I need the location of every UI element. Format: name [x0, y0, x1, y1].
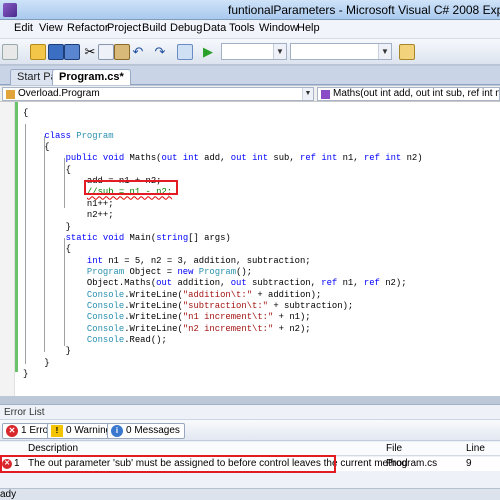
status-text: ady [0, 489, 17, 500]
copy-icon[interactable] [98, 44, 114, 60]
code-line: Console.WriteLine("addition\t:" + additi… [86, 289, 322, 300]
menu-edit[interactable]: Edit [14, 22, 33, 34]
code-line: int n1 = 5, n2 = 3, addition, subtractio… [86, 255, 311, 266]
code-line: Console.WriteLine("n2 increment\t:" + n2… [86, 323, 311, 334]
cut-icon[interactable]: ✂ [82, 44, 98, 60]
column-line[interactable]: Line [466, 443, 485, 454]
code-navigation-bar: Overload.Program ▼ Maths(out int add, ou… [0, 86, 500, 102]
messages-filter-button[interactable]: i 0 Messages [107, 423, 185, 439]
member-selector-value: Maths(out int add, out int sub, ref int … [333, 88, 499, 99]
member-selector-combo[interactable]: Maths(out int add, out int sub, ref int … [317, 87, 500, 101]
new-project-icon[interactable] [2, 44, 18, 60]
document-tab-strip: Start Page Program.cs* [0, 66, 500, 85]
code-line: } [23, 346, 71, 357]
code-line: { [23, 108, 29, 118]
paste-icon[interactable] [114, 44, 130, 60]
code-line: public void Maths(out int add, out int s… [65, 153, 423, 164]
title-bar: funtionalParameters - Microsoft Visual C… [0, 0, 500, 20]
save-all-icon[interactable] [64, 44, 80, 60]
change-tracking-bar [15, 102, 18, 372]
window-title: funtionalParameters - Microsoft Visual C… [228, 3, 500, 17]
type-selector-combo[interactable]: Overload.Program ▼ [2, 87, 314, 101]
code-line: class Program [44, 130, 114, 141]
error-list-filters: ✕ 1 Error ! 0 Warnings i 0 Messages [0, 419, 500, 441]
standard-toolbar: ✂ ↶ ↷ ▶ ▼ ▼ [0, 39, 500, 65]
tab-program-cs[interactable]: Program.cs* [52, 69, 131, 85]
undo-icon[interactable]: ↶ [130, 44, 146, 60]
code-line: Console.WriteLine("subtraction\t:" + sub… [86, 300, 354, 311]
code-line: Console.WriteLine("n1 increment\t:" + n1… [86, 312, 311, 323]
code-line: { [23, 164, 71, 175]
redo-icon[interactable]: ↷ [152, 44, 168, 60]
error-icon: ✕ [6, 425, 18, 437]
menu-bar: Edit View Refactor Project Build Debug D… [0, 20, 500, 39]
code-line: Console.Read(); [86, 335, 167, 345]
code-line: n2++; [23, 210, 114, 221]
warning-icon: ! [51, 425, 63, 437]
menu-tools[interactable]: Tools [229, 22, 255, 34]
chevron-down-icon: ▼ [302, 88, 313, 100]
menu-view[interactable]: View [39, 22, 63, 34]
type-selector-value: Overload.Program [18, 88, 100, 99]
menu-project[interactable]: Project [107, 22, 141, 34]
commented-line-highlight [84, 180, 178, 195]
code-line: static void Main(string[] args) [65, 232, 231, 243]
menu-help[interactable]: Help [297, 22, 320, 34]
info-icon: i [111, 425, 123, 437]
code-line: } [23, 221, 71, 232]
error-list-header: Description File Line [0, 442, 500, 456]
find-combo[interactable]: ▼ [290, 43, 392, 60]
menu-build[interactable]: Build [142, 22, 166, 34]
code-line: { [23, 142, 50, 153]
method-icon [321, 90, 330, 99]
solution-configuration-combo[interactable]: ▼ [221, 43, 287, 60]
menu-window[interactable]: Window [259, 22, 298, 34]
code-line: Object.Maths(out addition, out subtracti… [23, 278, 407, 289]
save-icon[interactable] [48, 44, 64, 60]
error-list-panel: Error List ✕ 1 Error ! 0 Warnings i 0 Me… [0, 404, 500, 488]
error-line: 9 [466, 458, 472, 469]
menu-refactor[interactable]: Refactor [67, 22, 109, 34]
start-debugging-icon[interactable]: ▶ [200, 44, 216, 60]
menu-data[interactable]: Data [203, 22, 226, 34]
column-description[interactable]: Description [28, 443, 78, 454]
open-folder-icon[interactable] [30, 44, 46, 60]
class-icon [6, 90, 15, 99]
find-in-files-icon[interactable] [399, 44, 415, 60]
messages-filter-label: 0 Messages [126, 425, 180, 436]
status-bar: ady [0, 488, 500, 500]
column-file[interactable]: File [386, 443, 402, 454]
visual-studio-icon [3, 3, 17, 17]
error-row-highlight [0, 455, 336, 473]
menu-debug[interactable]: Debug [170, 22, 202, 34]
code-editor[interactable]: { class Program { public void Maths(out … [0, 102, 500, 396]
code-line: } [23, 357, 50, 368]
error-list-title: Error List [4, 407, 45, 418]
error-file: Program.cs [386, 458, 438, 469]
code-line: { [23, 244, 71, 255]
editor-gutter [0, 102, 15, 396]
code-line: Program Object = new Program(); [86, 266, 253, 277]
code-line: } [23, 369, 29, 380]
navigate-backward-icon[interactable] [177, 44, 193, 60]
code-line: n1++; [23, 198, 114, 209]
